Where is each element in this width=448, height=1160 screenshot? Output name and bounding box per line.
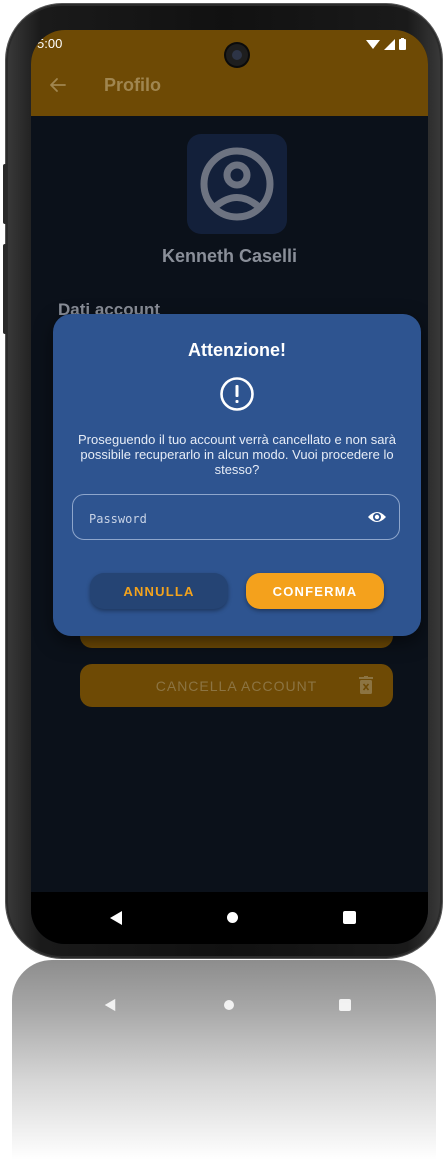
reflection-back-icon bbox=[104, 998, 116, 1012]
battery-icon bbox=[399, 38, 406, 50]
dialog-message: Proseguendo il tuo account verrà cancell… bbox=[78, 432, 396, 477]
alert-dialog: Attenzione! Proseguendo il tuo account v… bbox=[53, 314, 421, 636]
trash-icon bbox=[359, 676, 373, 694]
front-camera bbox=[226, 44, 248, 66]
status-icons bbox=[366, 38, 406, 50]
phone-side-button bbox=[3, 164, 7, 224]
reflection-home-icon bbox=[224, 1000, 234, 1010]
user-name: Kenneth Caselli bbox=[161, 246, 298, 266]
phone-frame: 5:00 Profilo Kenneth Caselli Dati accoun… bbox=[3, 4, 442, 958]
page: 5:00 Profilo Kenneth Caselli Dati accoun… bbox=[0, 0, 448, 1160]
nav-home-icon[interactable] bbox=[227, 912, 238, 923]
navigation-bar bbox=[31, 892, 428, 944]
user-avatar-icon bbox=[200, 147, 274, 221]
page-title: Profilo bbox=[104, 75, 161, 95]
confirm-button[interactable]: CONFERMA bbox=[246, 573, 384, 609]
password-field bbox=[72, 494, 400, 540]
nav-back-icon[interactable] bbox=[108, 910, 124, 926]
phone-reflection bbox=[12, 960, 436, 1160]
reflection-recents-icon bbox=[339, 999, 351, 1011]
alert-circle-icon bbox=[220, 377, 254, 411]
dialog-title: Attenzione! bbox=[188, 340, 286, 360]
cancel-button[interactable]: ANNULLA bbox=[90, 573, 228, 609]
delete-account-label: CANCELLA ACCOUNT bbox=[155, 677, 318, 694]
eye-icon[interactable] bbox=[367, 509, 387, 525]
signal-icon bbox=[384, 38, 395, 50]
password-input[interactable] bbox=[87, 508, 351, 530]
app-bar: 5:00 Profilo bbox=[31, 30, 428, 116]
status-time: 5:00 bbox=[37, 36, 63, 51]
phone-screen: 5:00 Profilo Kenneth Caselli Dati accoun… bbox=[31, 30, 428, 944]
avatar bbox=[187, 134, 287, 234]
nav-recents-icon[interactable] bbox=[343, 911, 356, 924]
phone-side-button bbox=[3, 244, 7, 334]
wifi-icon bbox=[366, 39, 380, 49]
back-arrow-icon[interactable] bbox=[47, 74, 69, 96]
delete-account-button[interactable]: CANCELLA ACCOUNT bbox=[80, 664, 393, 707]
